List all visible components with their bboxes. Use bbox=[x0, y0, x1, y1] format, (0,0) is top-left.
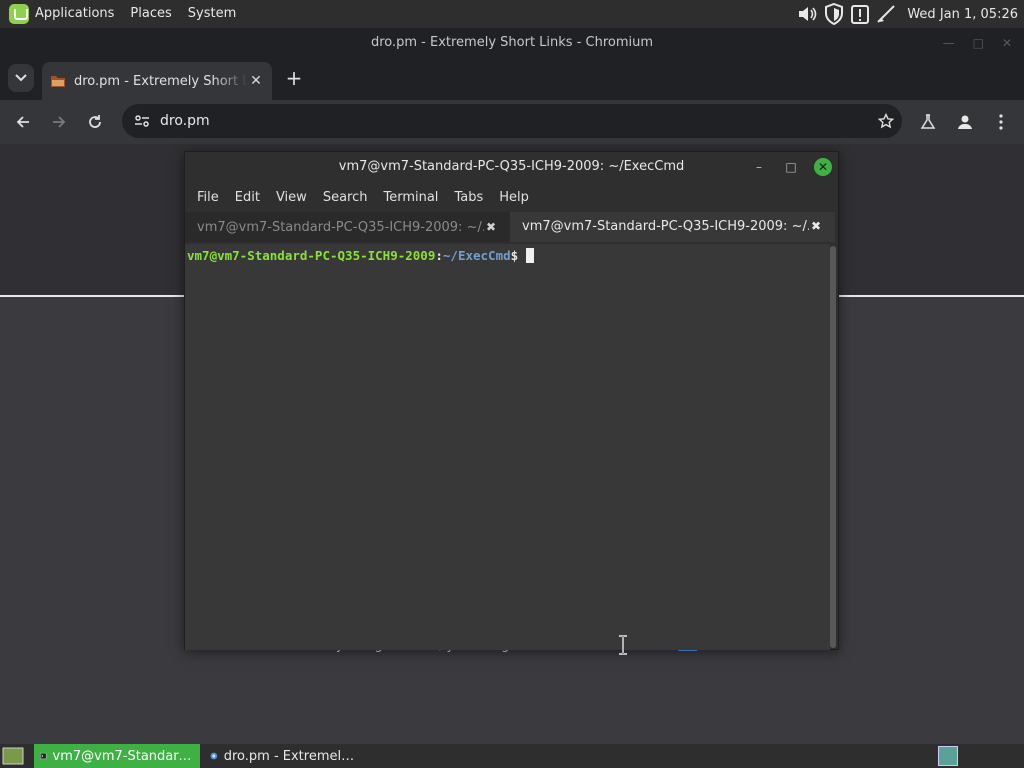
prompt-user: vm7@vm7-Standard-PC-Q35-ICH9-2009 bbox=[187, 248, 436, 263]
kebab-menu-icon bbox=[999, 114, 1003, 130]
menu-terminal[interactable]: Terminal bbox=[375, 190, 446, 205]
text-cursor bbox=[526, 248, 535, 263]
menu-tabs[interactable]: Tabs bbox=[446, 190, 491, 205]
terminal-tab-2[interactable]: vm7@vm7-Standard-PC-Q35-ICH9-2009: ~/...… bbox=[510, 212, 835, 242]
browser-tab[interactable]: dro.pm - Extremely Short Links ✕ bbox=[42, 62, 272, 100]
maximize-button[interactable]: □ bbox=[973, 28, 984, 58]
terminal-tabs: vm7@vm7-Standard-PC-Q35-ICH9-2009: ~/...… bbox=[185, 212, 838, 244]
browser-toolbar: dro.pm bbox=[0, 100, 1024, 144]
back-button[interactable] bbox=[9, 108, 37, 136]
chromium-window-controls: — □ ✕ bbox=[943, 28, 1012, 58]
url-text[interactable]: dro.pm bbox=[160, 113, 870, 129]
address-bar[interactable]: dro.pm bbox=[122, 104, 902, 138]
applications-menu[interactable]: Applications bbox=[35, 0, 122, 28]
terminal-maximize-button[interactable]: □ bbox=[782, 158, 800, 176]
taskbar-item-terminal[interactable]: vm7@vm7-Standard-PC-Q35-ICH9-2009: ~/Exe… bbox=[34, 744, 200, 768]
terminal-window: vm7@vm7-Standard-PC-Q35-ICH9-2009: ~/Exe… bbox=[184, 151, 839, 655]
close-button[interactable]: ✕ bbox=[1002, 28, 1012, 58]
terminal-tab-1[interactable]: vm7@vm7-Standard-PC-Q35-ICH9-2009: ~/...… bbox=[185, 212, 510, 242]
menu-file[interactable]: File bbox=[189, 190, 227, 205]
desktop-icon bbox=[2, 747, 24, 765]
terminal-minimize-button[interactable]: – bbox=[750, 158, 768, 176]
site-info-icon[interactable] bbox=[128, 114, 156, 128]
terminal-tab-label: vm7@vm7-Standard-PC-Q35-ICH9-2009: ~/... bbox=[197, 219, 484, 235]
terminal-tab-close-icon[interactable]: ✖ bbox=[809, 219, 823, 233]
places-menu[interactable]: Places bbox=[122, 0, 179, 28]
chromium-icon bbox=[210, 752, 218, 760]
chromium-window-title: dro.pm - Extremely Short Links - Chromiu… bbox=[370, 35, 654, 50]
network-icon[interactable] bbox=[875, 3, 897, 25]
workspace-switcher[interactable] bbox=[938, 746, 958, 766]
prompt-sign: $ bbox=[510, 248, 519, 263]
shell-prompt: vm7@vm7-Standard-PC-Q35-ICH9-2009:~/Exec… bbox=[187, 248, 535, 263]
top-panel-menu: Applications Places System bbox=[0, 0, 244, 28]
new-tab-button[interactable]: + bbox=[282, 64, 306, 92]
show-desktop-button[interactable] bbox=[0, 744, 26, 768]
reload-icon bbox=[89, 115, 101, 128]
prompt-separator: : bbox=[435, 248, 443, 263]
taskbar-item-label: dro.pm - Extremely Short Links - Chromiu… bbox=[223, 748, 360, 764]
mint-logo-icon[interactable] bbox=[9, 4, 29, 24]
terminal-tab-close-icon[interactable]: ✖ bbox=[484, 220, 498, 234]
taskbar-item-chromium[interactable]: dro.pm - Extremely Short Links - Chromiu… bbox=[204, 744, 366, 768]
top-panel: Applications Places System Wed Jan 1, 05… bbox=[0, 0, 1024, 28]
avatar-icon bbox=[958, 115, 972, 129]
tab-strip: dro.pm - Extremely Short Links ✕ + bbox=[0, 58, 1024, 100]
menu-edit[interactable]: Edit bbox=[227, 190, 268, 205]
terminal-scrollbar[interactable] bbox=[830, 246, 836, 648]
minimize-button[interactable]: — bbox=[943, 28, 955, 58]
terminal-close-button[interactable]: ✕ bbox=[814, 158, 832, 176]
menu-search[interactable]: Search bbox=[315, 190, 376, 205]
terminal-window-controls: – □ ✕ bbox=[750, 152, 832, 182]
chromium-titlebar[interactable]: dro.pm - Extremely Short Links - Chromiu… bbox=[0, 28, 1024, 58]
tab-title: dro.pm - Extremely Short Links bbox=[74, 73, 248, 89]
terminal-window-title: vm7@vm7-Standard-PC-Q35-ICH9-2009: ~/Exe… bbox=[338, 159, 685, 174]
profile-button[interactable] bbox=[951, 108, 979, 136]
ibeam-cursor-icon bbox=[619, 635, 627, 655]
forward-arrow-icon bbox=[53, 116, 66, 128]
system-menu[interactable]: System bbox=[180, 0, 244, 28]
bottom-panel: vm7@vm7-Standard-PC-Q35-ICH9-2009: ~/Exe… bbox=[0, 744, 1024, 768]
folder-favicon-icon bbox=[51, 76, 65, 87]
taskbar-item-label: vm7@vm7-Standard-PC-Q35-ICH9-2009: ~/Exe… bbox=[52, 748, 194, 764]
chrome-menu-button[interactable] bbox=[987, 108, 1015, 136]
labs-button[interactable] bbox=[914, 108, 942, 136]
chevron-down-icon bbox=[15, 74, 27, 82]
terminal-output[interactable]: vm7@vm7-Standard-PC-Q35-ICH9-2009:~/Exec… bbox=[185, 244, 830, 655]
prompt-path: ~/ExecCmd bbox=[442, 248, 511, 263]
forward-button[interactable] bbox=[45, 108, 73, 136]
tab-close-icon[interactable]: ✕ bbox=[248, 73, 264, 89]
menu-view[interactable]: View bbox=[268, 190, 315, 205]
volume-icon[interactable] bbox=[797, 3, 819, 25]
tab-search-button[interactable] bbox=[8, 64, 34, 92]
menu-help[interactable]: Help bbox=[491, 190, 537, 205]
terminal-tab-label: vm7@vm7-Standard-PC-Q35-ICH9-2009: ~/... bbox=[522, 218, 809, 234]
flask-icon bbox=[920, 114, 936, 129]
bookmark-star-icon[interactable] bbox=[870, 113, 902, 129]
update-icon[interactable] bbox=[849, 3, 871, 25]
terminal-titlebar[interactable]: vm7@vm7-Standard-PC-Q35-ICH9-2009: ~/Exe… bbox=[185, 152, 838, 182]
shield-icon[interactable] bbox=[823, 3, 845, 25]
terminal-menubar: File Edit View Search Terminal Tabs Help bbox=[185, 182, 838, 212]
reload-button[interactable] bbox=[81, 108, 109, 136]
system-tray: Wed Jan 1, 05:26 bbox=[797, 0, 1024, 28]
clock[interactable]: Wed Jan 1, 05:26 bbox=[907, 7, 1018, 22]
back-arrow-icon bbox=[16, 116, 29, 128]
terminal-icon bbox=[40, 752, 47, 760]
